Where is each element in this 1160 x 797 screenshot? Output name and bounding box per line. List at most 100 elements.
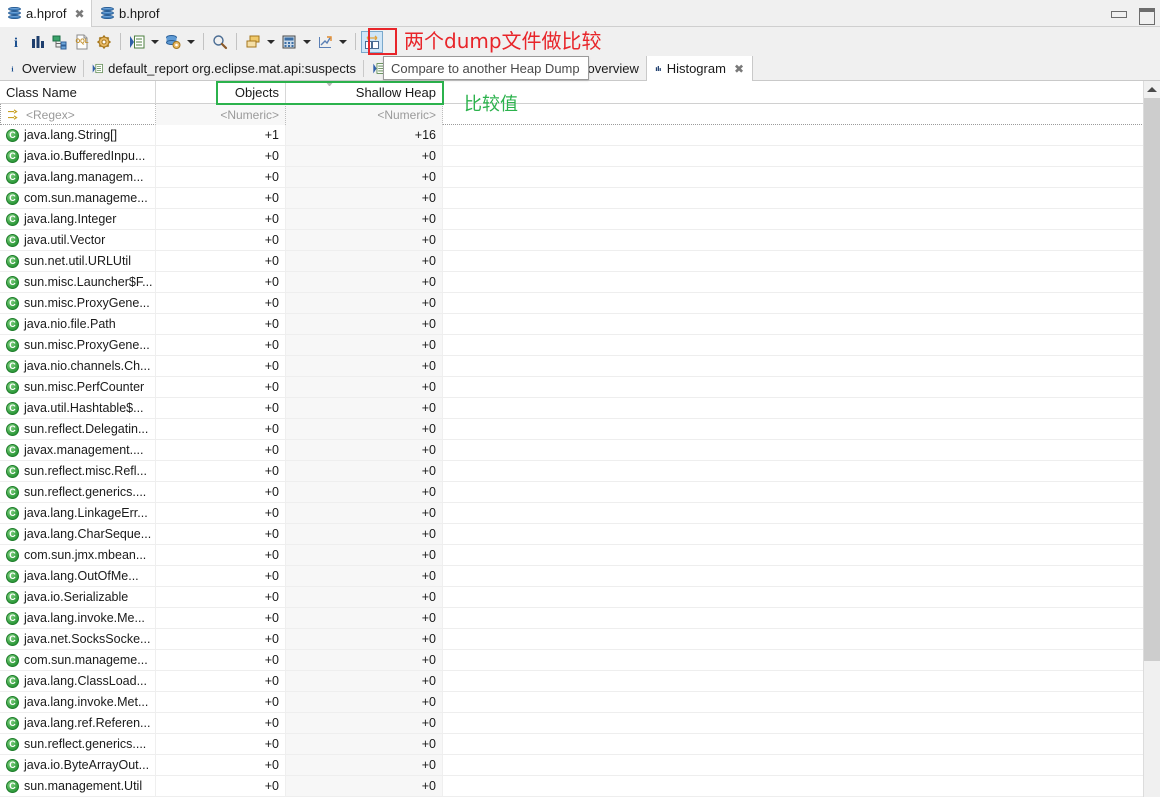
cell-shallow-heap: +0 xyxy=(286,440,443,460)
cell-class-name: Cjava.lang.String[] xyxy=(0,125,156,145)
table-row[interactable]: Cjava.lang.Integer +0 +0 xyxy=(0,209,1160,230)
histogram-bars-button[interactable] xyxy=(27,31,49,53)
open-query-browser-button[interactable] xyxy=(126,31,148,53)
vertical-scrollbar[interactable] xyxy=(1143,81,1160,797)
table-row[interactable]: Csun.misc.Launcher$F... +0 +0 xyxy=(0,272,1160,293)
overview-info-button[interactable]: i xyxy=(5,31,27,53)
toolbar-separator xyxy=(355,33,356,50)
table-row[interactable]: Cjava.util.Hashtable$... +0 +0 xyxy=(0,398,1160,419)
heap-dump-actions-dropdown-arrow[interactable] xyxy=(184,31,198,53)
java-class-icon: C xyxy=(6,422,19,436)
table-row[interactable]: Ccom.sun.manageme... +0 +0 xyxy=(0,188,1160,209)
cell-class-name: Csun.net.util.URLUtil xyxy=(0,251,156,271)
cell-objects: +0 xyxy=(156,440,286,460)
table-row[interactable]: Csun.misc.PerfCounter +0 +0 xyxy=(0,377,1160,398)
cell-objects: +0 xyxy=(156,377,286,397)
editor-tab-a-hprof[interactable]: a.hprof ✖ xyxy=(0,0,92,27)
close-icon[interactable]: ✖ xyxy=(734,63,744,75)
class-name-label: java.util.Hashtable$... xyxy=(24,401,144,415)
report-icon xyxy=(92,63,103,74)
group-result-button[interactable] xyxy=(242,31,264,53)
table-row[interactable]: Ccom.sun.manageme... +0 +0 xyxy=(0,650,1160,671)
run-expert-system-button[interactable] xyxy=(93,31,115,53)
cell-objects: +0 xyxy=(156,251,286,271)
table-row[interactable]: Cjava.lang.ref.Referen... +0 +0 xyxy=(0,713,1160,734)
column-header-objects[interactable]: Objects xyxy=(156,81,286,104)
table-row[interactable]: Cjava.nio.channels.Ch... +0 +0 xyxy=(0,356,1160,377)
calculator-dropdown-arrow[interactable] xyxy=(300,31,314,53)
cell-class-name: Csun.management.Util xyxy=(0,776,156,796)
java-class-icon: C xyxy=(6,380,19,394)
cell-class-name: Cjava.lang.CharSeque... xyxy=(0,524,156,544)
view-tab-overview[interactable]: i Overview xyxy=(0,56,84,81)
cell-shallow-heap: +0 xyxy=(286,671,443,691)
table-row[interactable]: Cjava.lang.OutOfMe... +0 +0 xyxy=(0,566,1160,587)
table-row[interactable]: Cjava.lang.LinkageErr... +0 +0 xyxy=(0,503,1160,524)
table-row[interactable]: Cjava.lang.invoke.Me... +0 +0 xyxy=(0,608,1160,629)
export-chart-button[interactable] xyxy=(314,31,336,53)
query-browser-dropdown-arrow[interactable] xyxy=(148,31,162,53)
table-row[interactable]: Cjava.io.Serializable +0 +0 xyxy=(0,587,1160,608)
close-icon[interactable]: ✖ xyxy=(74,8,84,20)
toolbar-separator xyxy=(120,33,121,50)
java-class-icon: C xyxy=(6,758,19,772)
java-class-icon: C xyxy=(6,716,19,730)
table-row[interactable]: Cjava.lang.ClassLoad... +0 +0 xyxy=(0,671,1160,692)
table-row[interactable]: Csun.management.Util +0 +0 xyxy=(0,776,1160,797)
table-row[interactable]: Cjava.lang.String[] +1 +16 xyxy=(0,125,1160,146)
view-tab-default-report-suspects[interactable]: default_report org.eclipse.mat.api:suspe… xyxy=(84,56,364,81)
table-row[interactable]: Cjava.util.Vector +0 +0 xyxy=(0,230,1160,251)
filter-objects[interactable]: <Numeric> xyxy=(156,104,286,125)
cell-class-name: Cjava.io.BufferedInpu... xyxy=(0,146,156,166)
view-tab-label: Histogram xyxy=(666,61,726,76)
filter-shallow-heap[interactable]: <Numeric> xyxy=(286,104,443,125)
cell-shallow-heap: +0 xyxy=(286,146,443,166)
cell-objects: +0 xyxy=(156,293,286,313)
cell-class-name: Csun.misc.Launcher$F... xyxy=(0,272,156,292)
java-class-icon: C xyxy=(6,359,19,373)
table-row[interactable]: Csun.reflect.generics.... +0 +0 xyxy=(0,482,1160,503)
histogram-table: Class Name Objects Shallow Heap <Regex> … xyxy=(0,81,1160,797)
table-row[interactable]: Cjava.lang.invoke.Met... +0 +0 xyxy=(0,692,1160,713)
scroll-up-arrow-icon[interactable] xyxy=(1144,81,1160,98)
table-row[interactable]: Cjavax.management.... +0 +0 xyxy=(0,440,1160,461)
table-row[interactable]: Csun.reflect.Delegatin... +0 +0 xyxy=(0,419,1160,440)
table-row[interactable]: Cjava.nio.file.Path +0 +0 xyxy=(0,314,1160,335)
heap-dump-actions-button[interactable] xyxy=(162,31,184,53)
cell-class-name: Csun.misc.PerfCounter xyxy=(0,377,156,397)
table-row[interactable]: Csun.net.util.URLUtil +0 +0 xyxy=(0,251,1160,272)
restore-icon[interactable] xyxy=(1138,7,1155,25)
table-row[interactable]: Cjava.io.ByteArrayOut... +0 +0 xyxy=(0,755,1160,776)
scrollbar-thumb[interactable] xyxy=(1144,98,1160,661)
table-row[interactable]: Csun.reflect.generics.... +0 +0 xyxy=(0,734,1160,755)
minimize-icon[interactable] xyxy=(1110,7,1127,21)
filter-class-name[interactable]: <Regex> xyxy=(0,104,156,125)
table-row[interactable]: Csun.misc.ProxyGene... +0 +0 xyxy=(0,293,1160,314)
cell-class-name: Cjava.lang.OutOfMe... xyxy=(0,566,156,586)
compare-heap-dump-button[interactable] xyxy=(361,30,383,53)
table-row[interactable]: Csun.misc.ProxyGene... +0 +0 xyxy=(0,335,1160,356)
export-chart-dropdown-arrow[interactable] xyxy=(336,31,350,53)
histogram-bars-icon xyxy=(655,65,661,72)
table-row[interactable]: Cjava.io.BufferedInpu... +0 +0 xyxy=(0,146,1160,167)
table-row[interactable]: Cjava.lang.CharSeque... +0 +0 xyxy=(0,524,1160,545)
info-icon: i xyxy=(11,64,14,73)
table-row[interactable]: Ccom.sun.jmx.mbean... +0 +0 xyxy=(0,545,1160,566)
class-name-label: sun.reflect.misc.Refl... xyxy=(24,464,147,478)
cell-shallow-heap: +0 xyxy=(286,650,443,670)
calculator-button[interactable] xyxy=(278,31,300,53)
editor-tab-b-hprof[interactable]: b.hprof xyxy=(93,0,179,27)
table-row[interactable]: Cjava.net.SocksSocke... +0 +0 xyxy=(0,629,1160,650)
cell-class-name: Ccom.sun.manageme... xyxy=(0,188,156,208)
group-result-dropdown-arrow[interactable] xyxy=(264,31,278,53)
oql-button[interactable]: OQL xyxy=(71,31,93,53)
find-button[interactable] xyxy=(209,31,231,53)
table-row[interactable]: Cjava.lang.managem... +0 +0 xyxy=(0,167,1160,188)
java-class-icon: C xyxy=(6,632,19,646)
dominator-tree-button[interactable] xyxy=(49,31,71,53)
column-header-shallow-heap[interactable]: Shallow Heap xyxy=(286,81,443,104)
view-tab-histogram[interactable]: Histogram ✖ xyxy=(646,56,753,81)
table-row[interactable]: Csun.reflect.misc.Refl... +0 +0 xyxy=(0,461,1160,482)
column-header-class-name[interactable]: Class Name xyxy=(0,81,156,104)
class-name-label: java.util.Vector xyxy=(24,233,106,247)
